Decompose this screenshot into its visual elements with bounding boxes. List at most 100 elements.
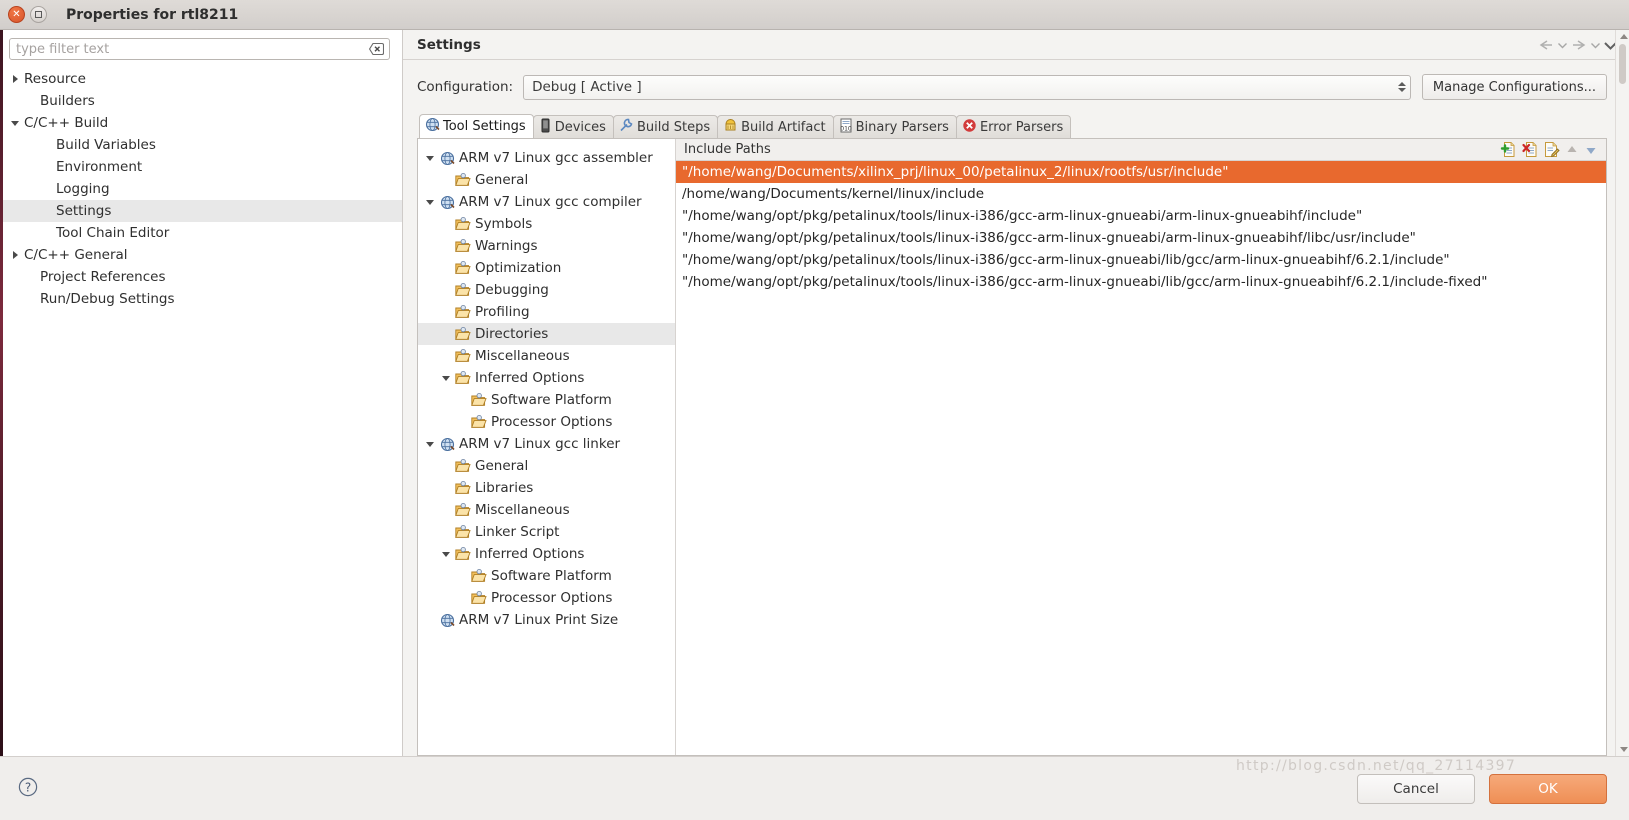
sidebar-item-c-c-general[interactable]: C/C++ General	[0, 244, 402, 266]
include-paths-list[interactable]: "/home/wang/Documents/xilinx_prj/linux_0…	[676, 161, 1606, 755]
filter-box[interactable]	[9, 38, 390, 60]
twisty[interactable]	[6, 120, 24, 126]
folder-icon	[454, 283, 472, 297]
tool-tree-item-software-platform[interactable]: Software Platform	[418, 565, 675, 587]
sidebar-item-settings[interactable]: Settings	[0, 200, 402, 222]
tool-tree-item-general[interactable]: General	[418, 455, 675, 477]
tool-tree-item-symbols[interactable]: Symbols	[418, 213, 675, 235]
folder-icon	[454, 547, 472, 561]
tool-tree-item-debugging[interactable]: Debugging	[418, 279, 675, 301]
twisty[interactable]	[422, 441, 438, 447]
globe-icon	[438, 613, 456, 628]
sidebar-item-builders[interactable]: Builders	[0, 90, 402, 112]
include-path-row[interactable]: /home/wang/Documents/kernel/linux/includ…	[676, 183, 1606, 205]
scrollbar-thumb[interactable]	[1619, 44, 1626, 84]
tool-tree-item-arm-v7-linux-gcc-linker[interactable]: ARM v7 Linux gcc linker	[418, 433, 675, 455]
sidebar-item-tool-chain-editor[interactable]: Tool Chain Editor	[0, 222, 402, 244]
tool-tree-item-arm-v7-linux-print-size[interactable]: ARM v7 Linux Print Size	[418, 609, 675, 631]
chevron-right-icon[interactable]	[12, 251, 18, 259]
sidebar-item-resource[interactable]: Resource	[0, 68, 402, 90]
tool-tree-item-arm-v7-linux-gcc-compiler[interactable]: ARM v7 Linux gcc compiler	[418, 191, 675, 213]
include-path-row[interactable]: "/home/wang/opt/pkg/petalinux/tools/linu…	[676, 205, 1606, 227]
device-icon	[539, 118, 552, 137]
tool-tree-item-processor-options[interactable]: Processor Options	[418, 587, 675, 609]
twisty[interactable]	[422, 199, 438, 205]
tab-tool-settings[interactable]: Tool Settings	[419, 114, 534, 138]
twisty[interactable]	[438, 375, 454, 381]
chevron-down-icon[interactable]	[11, 120, 19, 126]
add-path-icon[interactable]	[1499, 141, 1516, 158]
include-path-row[interactable]: "/home/wang/opt/pkg/petalinux/tools/linu…	[676, 227, 1606, 249]
tool-tree-item-processor-options[interactable]: Processor Options	[418, 411, 675, 433]
tab-bar[interactable]: Tool Settings Devices Build Steps Build Art…	[419, 114, 1607, 138]
tool-tree-item-optimization[interactable]: Optimization	[418, 257, 675, 279]
settings-page: Settings Configuration: Debug [Active]…	[403, 30, 1629, 756]
sidebar-item-c-c-build[interactable]: C/C++ Build	[0, 112, 402, 134]
chevron-down-icon[interactable]	[426, 441, 434, 447]
tool-tree-item-warnings[interactable]: Warnings	[418, 235, 675, 257]
settings-tree[interactable]: Resource Builders C/C++ Build Build Variabl…	[0, 66, 402, 756]
tab-binary-parsers[interactable]: 010 Binary Parsers	[832, 115, 957, 138]
tool-tree-item-arm-v7-linux-gcc-assembler[interactable]: ARM v7 Linux gcc assembler	[418, 147, 675, 169]
tab-build-steps[interactable]: Build Steps	[612, 115, 719, 138]
tool-tree-item-software-platform[interactable]: Software Platform	[418, 389, 675, 411]
configuration-select[interactable]: Debug [ Active ]	[523, 74, 1411, 100]
edit-path-icon[interactable]	[1543, 141, 1560, 158]
move-up-icon[interactable]	[1565, 143, 1579, 157]
scroll-up-icon[interactable]	[1620, 34, 1628, 39]
help-icon[interactable]: ?	[18, 777, 38, 801]
svg-text:?: ?	[25, 780, 31, 794]
sidebar-item-build-variables[interactable]: Build Variables	[0, 134, 402, 156]
clear-icon[interactable]	[368, 42, 385, 56]
back-arrow-icon[interactable]	[1538, 39, 1554, 51]
chevron-updown-icon[interactable]	[1397, 82, 1406, 92]
twisty[interactable]	[6, 75, 24, 83]
page-nav	[1538, 30, 1617, 60]
include-path-row[interactable]: "/home/wang/opt/pkg/petalinux/tools/linu…	[676, 249, 1606, 271]
tool-tree-item-inferred-options[interactable]: Inferred Options	[418, 367, 675, 389]
include-path-row[interactable]: "/home/wang/opt/pkg/petalinux/tools/linu…	[676, 271, 1606, 293]
twisty[interactable]	[438, 551, 454, 557]
twisty[interactable]	[6, 251, 24, 259]
tool-options-tree[interactable]: ARM v7 Linux gcc assembler General ARM v7 …	[418, 139, 676, 755]
move-down-icon[interactable]	[1584, 143, 1598, 157]
ok-button[interactable]: OK	[1489, 773, 1607, 804]
maximize-icon[interactable]	[30, 6, 47, 23]
sidebar-item-logging[interactable]: Logging	[0, 178, 402, 200]
tool-tree-item-inferred-options[interactable]: Inferred Options	[418, 543, 675, 565]
chevron-down-icon[interactable]	[426, 155, 434, 161]
sidebar-item-environment[interactable]: Environment	[0, 156, 402, 178]
tab-error-parsers[interactable]: Error Parsers	[955, 115, 1072, 138]
search-input[interactable]	[10, 39, 389, 59]
sidebar-item-label: Logging	[56, 181, 110, 197]
tool-tree-item-miscellaneous[interactable]: Miscellaneous	[418, 499, 675, 521]
tool-tree-item-linker-script[interactable]: Linker Script	[418, 521, 675, 543]
tool-tree-item-miscellaneous[interactable]: Miscellaneous	[418, 345, 675, 367]
include-path-row[interactable]: "/home/wang/Documents/xilinx_prj/linux_0…	[676, 161, 1606, 183]
forward-dropdown-icon[interactable]	[1591, 42, 1600, 49]
tab-label: Build Steps	[636, 119, 711, 135]
cancel-button[interactable]: Cancel	[1357, 773, 1475, 804]
folder-icon	[470, 415, 488, 429]
sidebar-item-label: Tool Chain Editor	[56, 225, 170, 241]
delete-path-icon[interactable]	[1521, 141, 1538, 158]
back-dropdown-icon[interactable]	[1558, 42, 1567, 49]
scroll-down-icon[interactable]	[1620, 747, 1628, 752]
tool-tree-item-general[interactable]: General	[418, 169, 675, 191]
sidebar-item-run-debug-settings[interactable]: Run/Debug Settings	[0, 288, 402, 310]
tool-tree-item-profiling[interactable]: Profiling	[418, 301, 675, 323]
close-icon[interactable]: ✕	[8, 6, 25, 23]
tool-tree-item-libraries[interactable]: Libraries	[418, 477, 675, 499]
page-scrollbar[interactable]	[1615, 30, 1629, 756]
forward-arrow-icon[interactable]	[1571, 39, 1587, 51]
sidebar-item-project-references[interactable]: Project References	[0, 266, 402, 288]
chevron-down-icon[interactable]	[442, 375, 450, 381]
chevron-right-icon[interactable]	[12, 75, 18, 83]
tool-tree-item-directories[interactable]: Directories	[418, 323, 675, 345]
tab-devices[interactable]: Devices	[532, 115, 614, 138]
manage-configurations-button[interactable]: Manage Configurations...	[1421, 74, 1607, 100]
chevron-down-icon[interactable]	[426, 199, 434, 205]
chevron-down-icon[interactable]	[442, 551, 450, 557]
tab-build-artifact[interactable]: Build Artifact	[717, 115, 834, 138]
twisty[interactable]	[422, 155, 438, 161]
